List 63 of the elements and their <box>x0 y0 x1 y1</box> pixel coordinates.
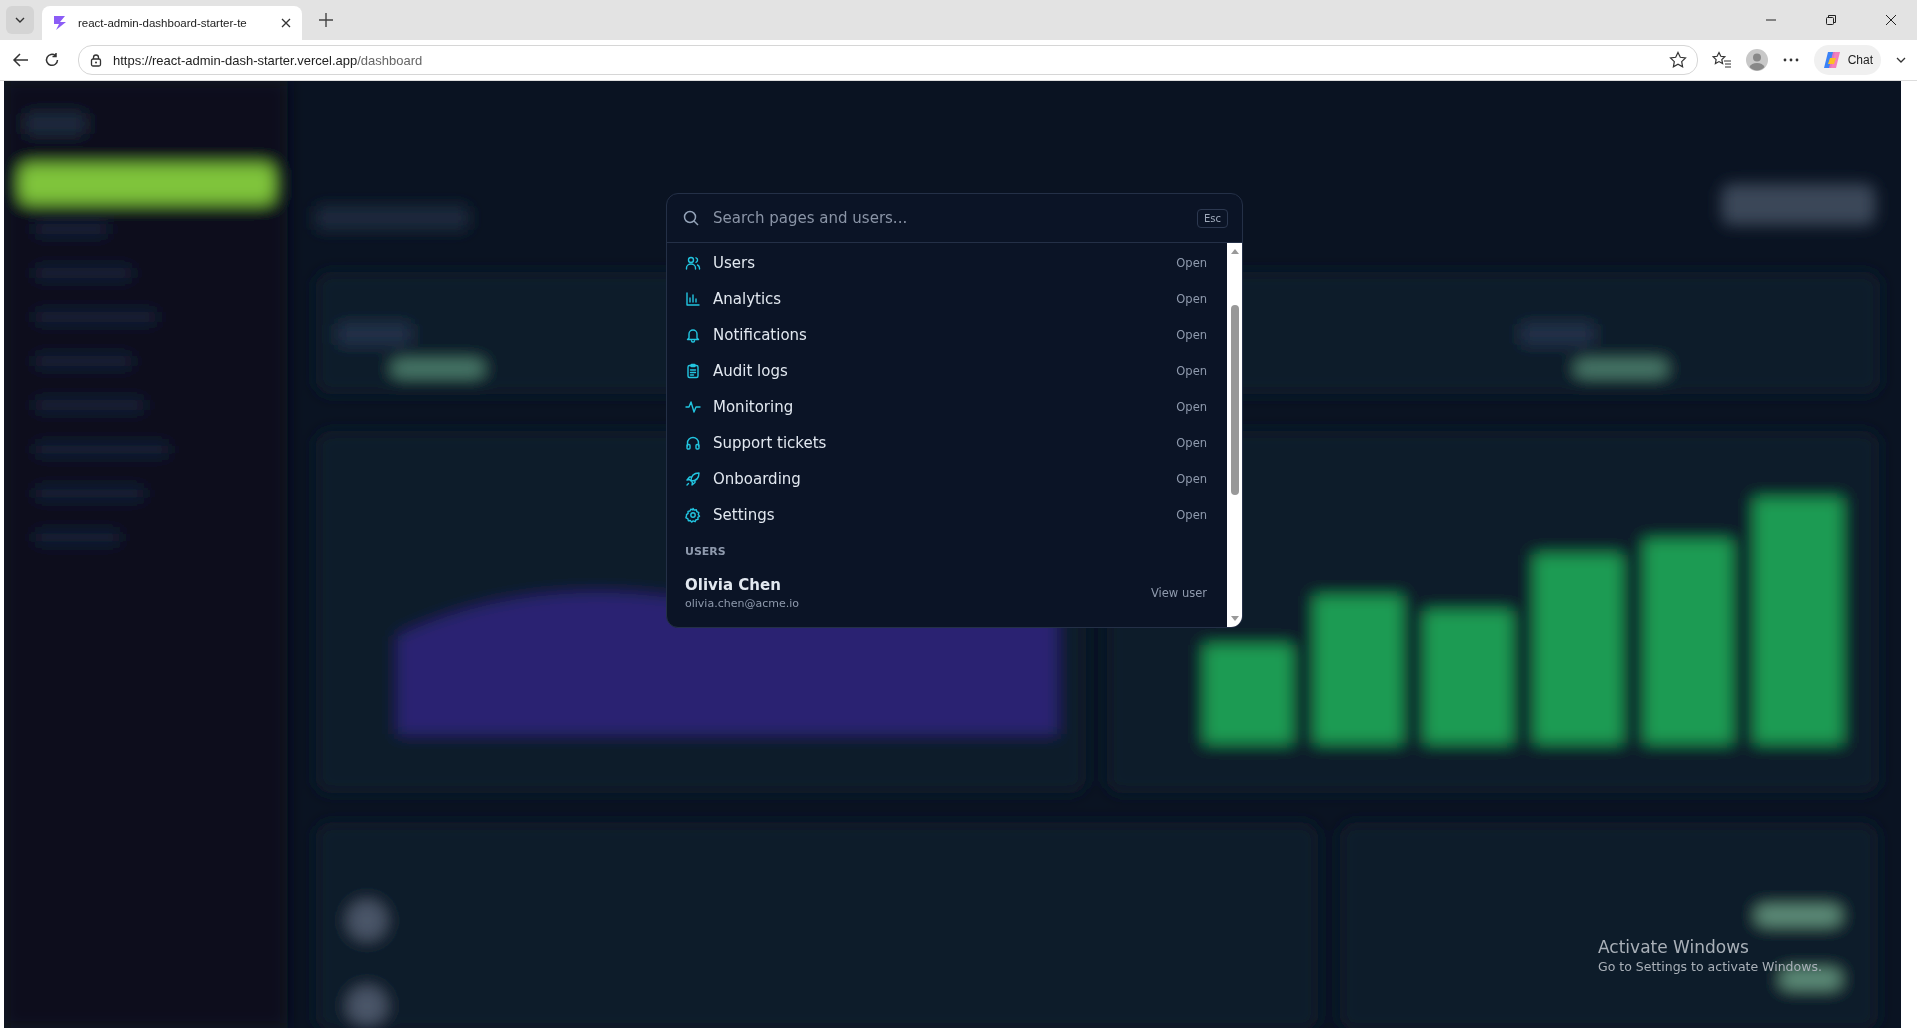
page-name: Monitoring <box>713 398 795 416</box>
scrollbar-thumb[interactable] <box>1230 305 1239 495</box>
page-name: Notifications <box>713 326 808 344</box>
bar-chart-icon <box>685 291 701 307</box>
open-hint: Open <box>1176 436 1207 450</box>
activation-message: Go to Settings to activate Windows. <box>1598 959 1822 974</box>
profile-avatar-icon[interactable] <box>1745 49 1768 71</box>
page-result[interactable]: Settings Open <box>685 497 1207 533</box>
star-icon[interactable] <box>1668 51 1687 69</box>
page-name: Support tickets <box>713 434 828 452</box>
new-tab-icon[interactable] <box>318 12 334 28</box>
open-hint: Open <box>1176 400 1207 414</box>
open-hint: Open <box>1176 292 1207 306</box>
rocket-icon <box>685 471 701 487</box>
scroll-up-icon[interactable] <box>1229 247 1240 255</box>
chat-button[interactable]: Chat <box>1813 45 1881 75</box>
page-result[interactable]: Notifications Open <box>685 317 1207 353</box>
settings-icon <box>685 507 701 523</box>
lightning-logo-icon <box>52 15 68 31</box>
page-name: Users <box>713 254 756 272</box>
user-email: olivia.chen@acme.io <box>685 597 800 610</box>
page-result[interactable]: Users Open <box>685 245 1207 281</box>
page-result[interactable]: Support tickets Open <box>685 425 1207 461</box>
users-icon <box>685 255 701 271</box>
copilot-logo-icon <box>1821 50 1842 70</box>
section-heading: USERS <box>685 544 727 560</box>
restore-icon[interactable] <box>1825 14 1837 26</box>
esc-key-hint: Esc <box>1196 208 1228 228</box>
search-field[interactable]: Search pages and users... <box>711 208 1185 228</box>
view-user-hint: View user <box>1150 586 1207 600</box>
reload-icon[interactable] <box>44 52 60 68</box>
open-hint: Open <box>1176 364 1207 378</box>
page-result[interactable]: Audit logs Open <box>685 353 1207 389</box>
open-hint: Open <box>1176 328 1207 342</box>
page-name: Onboarding <box>713 470 802 488</box>
page-result[interactable]: Analytics Open <box>685 281 1207 317</box>
browser-tab[interactable]: react-admin-dashboard-starter-te <box>42 6 302 40</box>
bell-icon <box>685 327 701 343</box>
user-name: Olivia Chen <box>685 576 782 594</box>
tab-list-button[interactable] <box>6 6 34 34</box>
lock-icon <box>89 53 103 67</box>
close-window-icon[interactable] <box>1885 14 1897 26</box>
page-result[interactable]: Monitoring Open <box>685 389 1207 425</box>
page-name: Audit logs <box>713 362 789 380</box>
address-field[interactable]: https://react-admin-dash-starter.vercel.app/dashboard <box>78 45 1698 75</box>
back-icon[interactable] <box>12 51 30 69</box>
favorites-icon[interactable] <box>1711 51 1732 69</box>
tab-title: react-admin-dashboard-starter-te <box>78 17 248 29</box>
user-result[interactable]: Olivia Chen olivia.chen@acme.io View user <box>685 568 1207 610</box>
open-hint: Open <box>1176 508 1207 522</box>
clipboard-icon <box>685 363 701 379</box>
open-hint: Open <box>1176 472 1207 486</box>
page-name: Analytics <box>713 290 783 308</box>
search-icon <box>683 210 699 226</box>
scroll-down-icon[interactable] <box>1229 615 1240 623</box>
open-hint: Open <box>1176 256 1207 270</box>
headphones-icon <box>685 435 701 451</box>
url-text: https://react-admin-dash-starter.vercel.app/dashboard <box>113 52 423 68</box>
activation-title: Activate Windows <box>1598 937 1750 957</box>
close-icon[interactable] <box>280 17 292 29</box>
page-result[interactable]: Onboarding Open <box>685 461 1207 497</box>
page-name: Settings <box>713 506 776 524</box>
activity-icon <box>685 399 701 415</box>
